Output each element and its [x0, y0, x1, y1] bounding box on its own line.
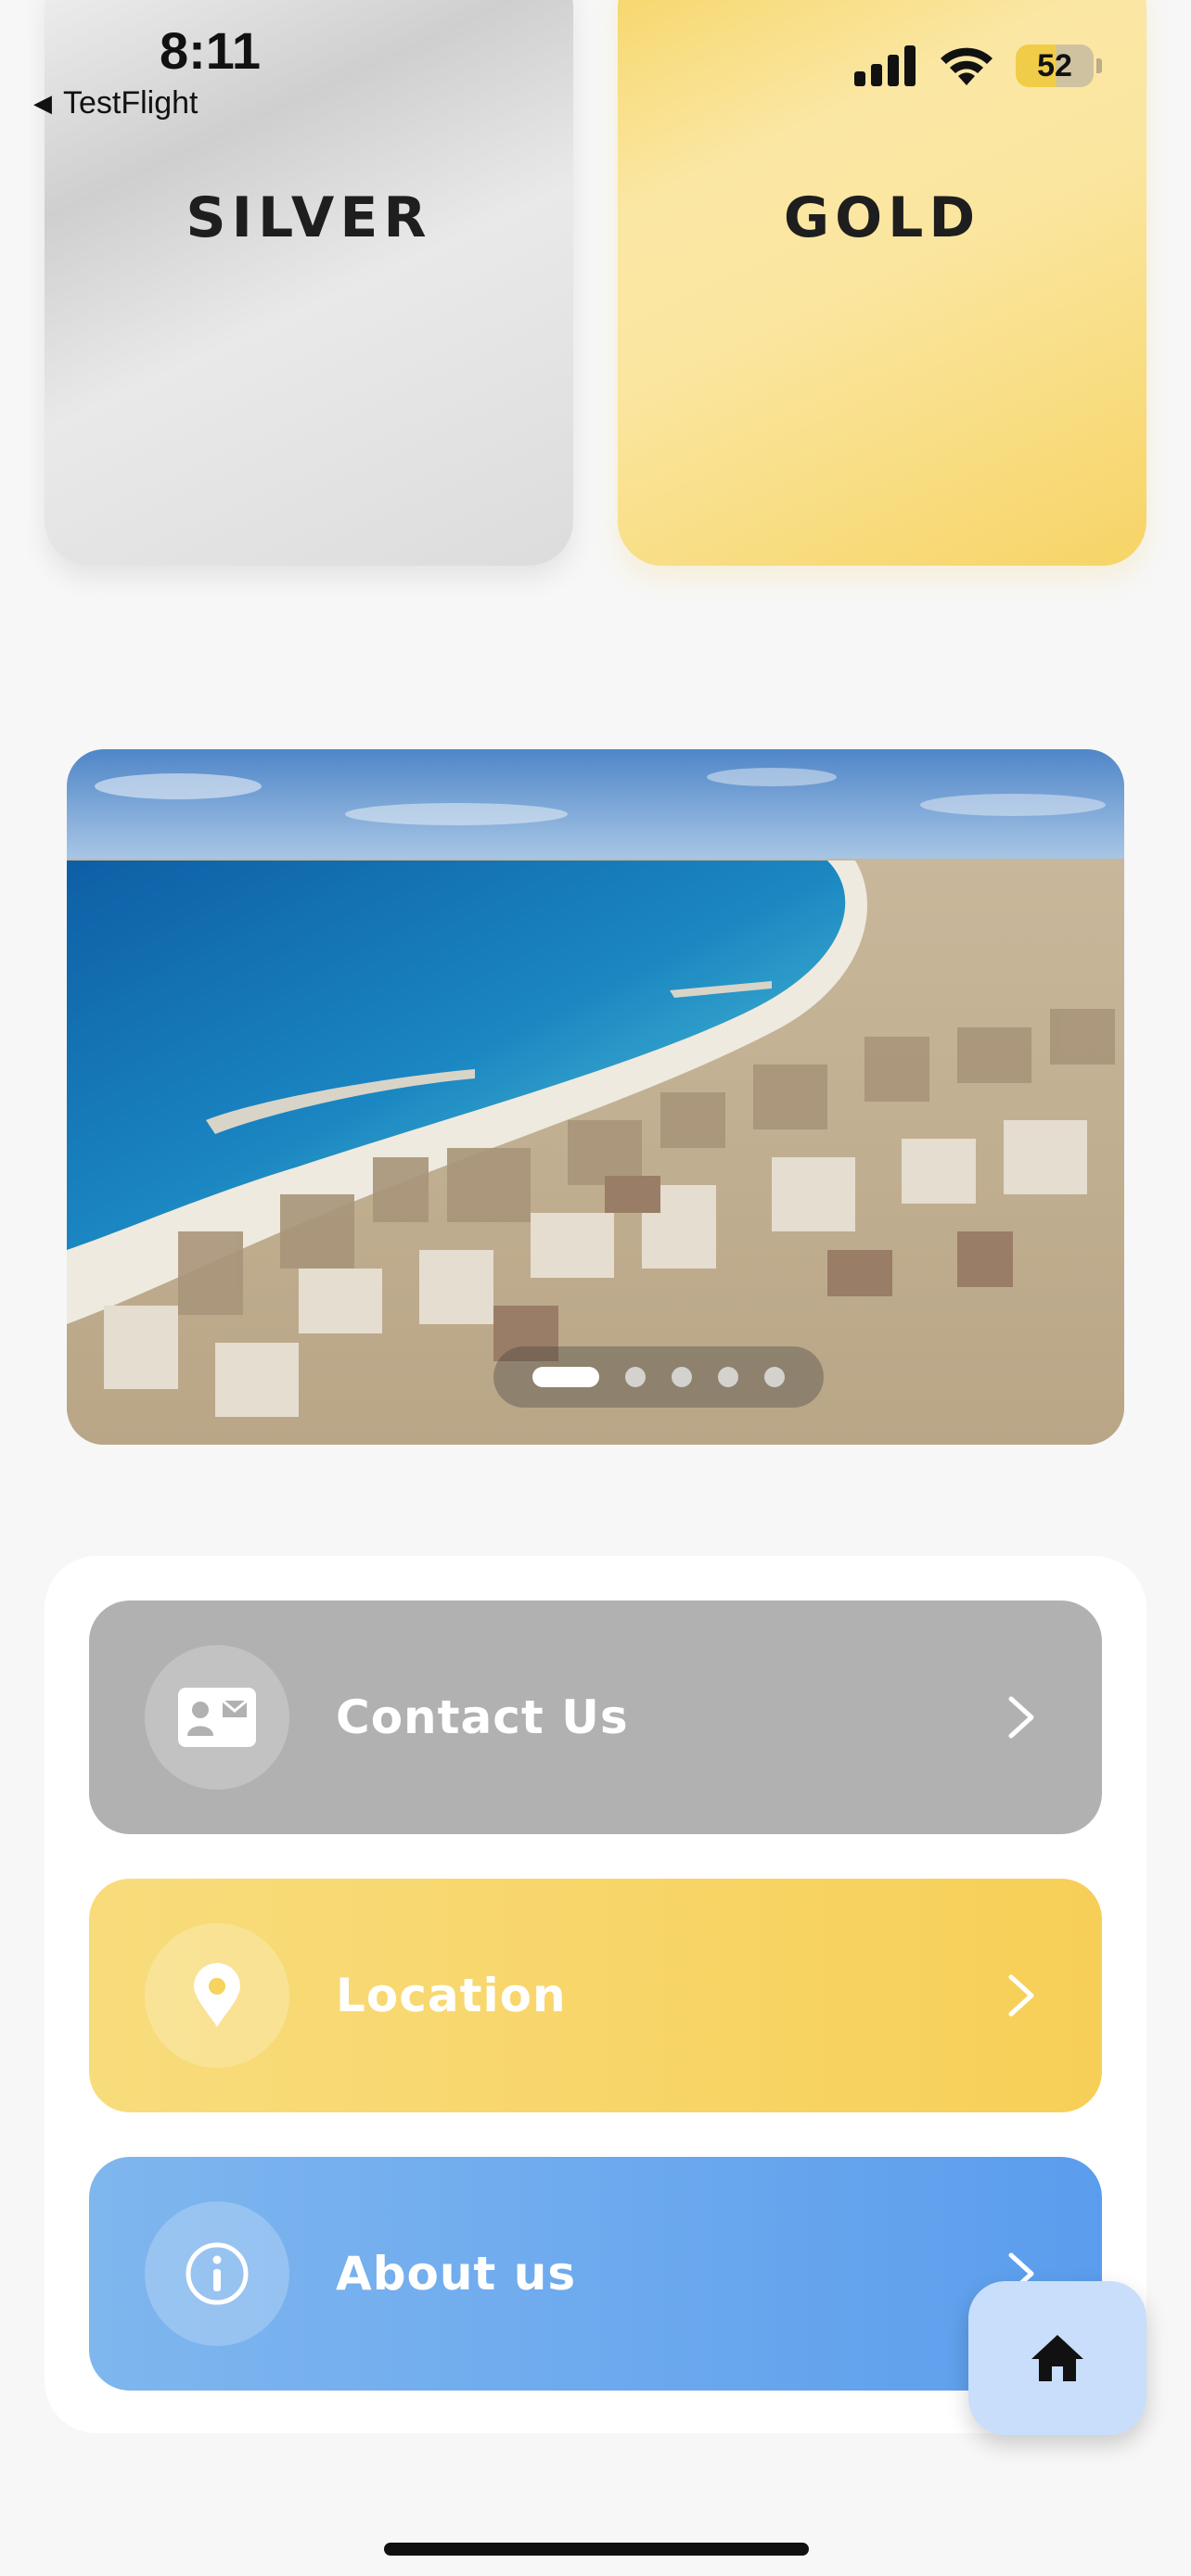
- back-to-app-link[interactable]: ◀ TestFlight: [33, 85, 198, 121]
- carousel-dot-4[interactable]: [718, 1367, 738, 1387]
- home-button[interactable]: [968, 2281, 1146, 2435]
- contact-icon-circle: [145, 1645, 289, 1790]
- contact-card-icon: [178, 1688, 256, 1747]
- back-triangle-icon: ◀: [33, 89, 52, 117]
- silver-tier-label: SILVER: [186, 185, 432, 250]
- location-icon-circle: [145, 1923, 289, 2068]
- carousel-dot-1[interactable]: [532, 1367, 599, 1387]
- carousel-page-indicator[interactable]: [493, 1346, 824, 1408]
- location-pin-icon: [194, 1963, 240, 2027]
- gold-tier-label: GOLD: [783, 185, 981, 250]
- about-us-button[interactable]: About us: [89, 2157, 1102, 2391]
- battery-level: 52: [1016, 45, 1094, 87]
- info-icon: [186, 2242, 249, 2305]
- chevron-right-icon: [1008, 1696, 1034, 1739]
- carousel-dot-5[interactable]: [764, 1367, 785, 1387]
- contact-us-label: Contact Us: [336, 1690, 629, 1744]
- cellular-signal-icon: [854, 45, 916, 86]
- about-icon-circle: [145, 2201, 289, 2346]
- photo-carousel[interactable]: [67, 749, 1124, 1445]
- home-indicator: [384, 2543, 809, 2556]
- carousel-dot-2[interactable]: [625, 1367, 646, 1387]
- contact-us-button[interactable]: Contact Us: [89, 1600, 1102, 1834]
- location-button[interactable]: Location: [89, 1879, 1102, 2112]
- location-label: Location: [336, 1969, 567, 2022]
- status-time: 8:11: [160, 21, 261, 80]
- status-indicators: 52: [854, 45, 1102, 87]
- home-icon: [1031, 2335, 1083, 2381]
- carousel-dot-3[interactable]: [672, 1367, 692, 1387]
- chevron-right-icon: [1008, 1974, 1034, 2017]
- about-us-label: About us: [336, 2247, 577, 2301]
- coastline-photo: [67, 749, 1124, 1445]
- screen: SILVER GOLD 8:11 ◀ TestFlight 52 Contact…: [0, 0, 1191, 2576]
- battery-icon: 52: [1016, 45, 1102, 87]
- battery-tip: [1096, 58, 1102, 73]
- back-app-label: TestFlight: [63, 85, 198, 121]
- wifi-icon: [941, 47, 992, 85]
